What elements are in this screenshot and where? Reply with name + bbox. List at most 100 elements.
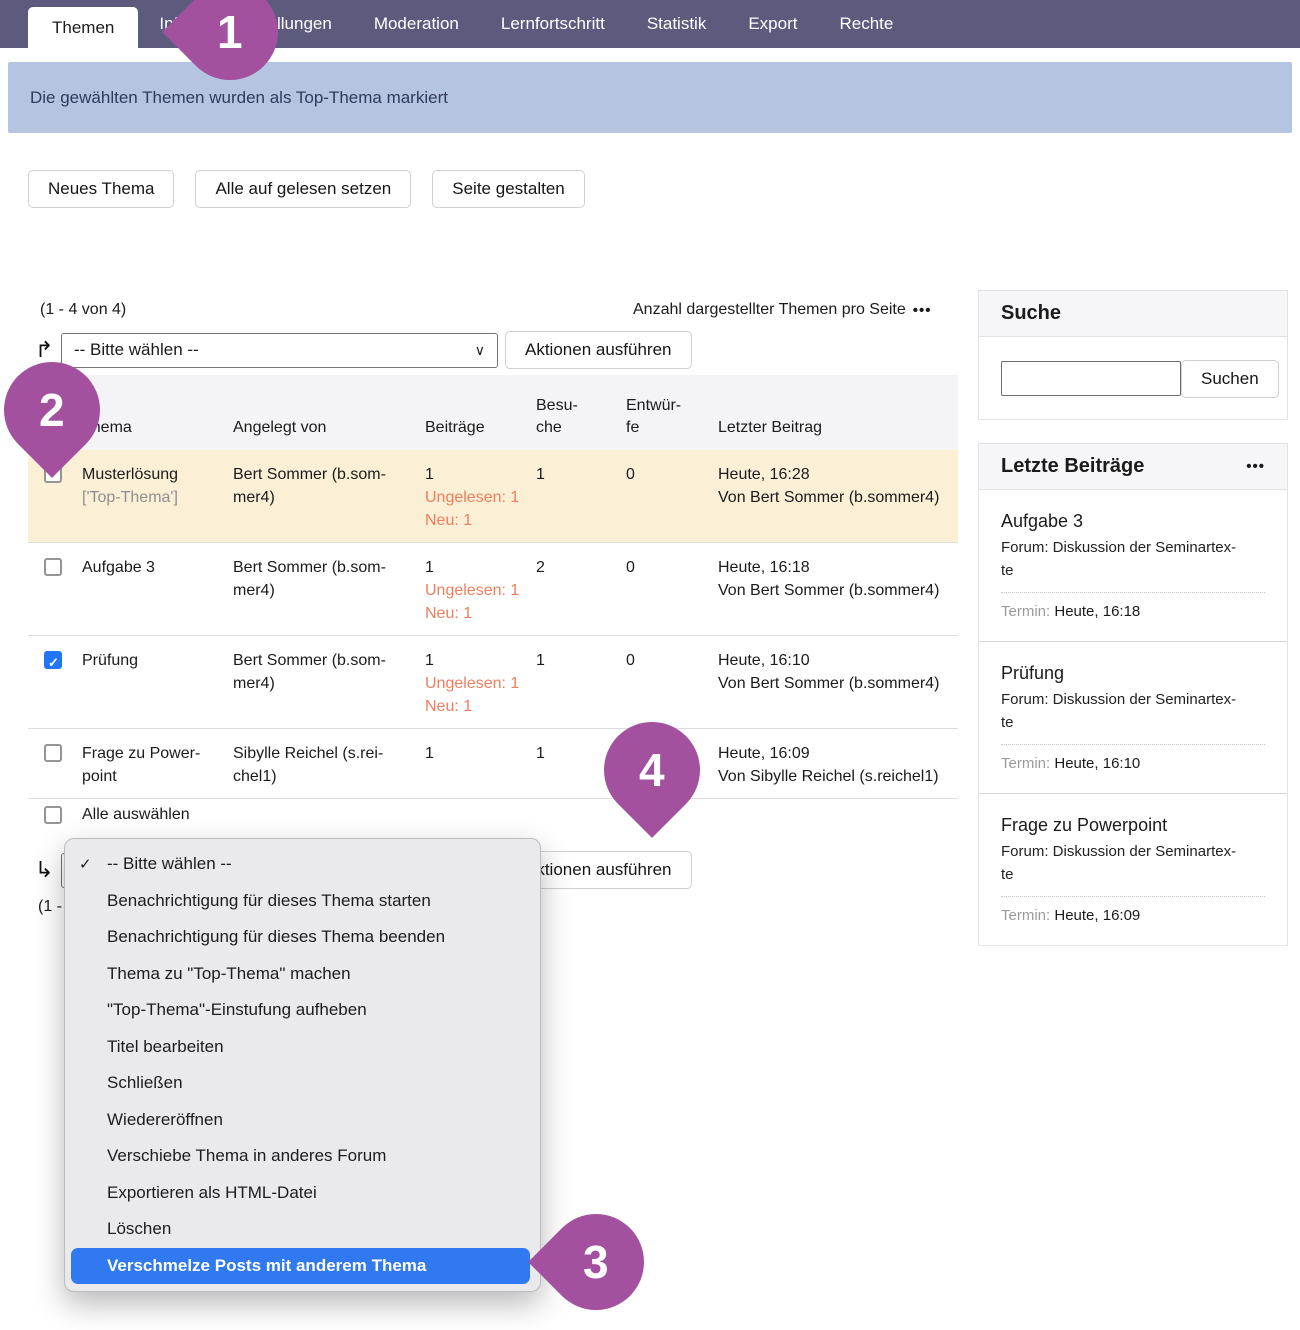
menu-item-label: Benachrichtigung für dieses Thema starte…: [107, 891, 431, 911]
topic-author-link[interactable]: Bert Sommer (b.som- mer4): [233, 463, 425, 509]
menu-item-schliessen[interactable]: Schließen: [65, 1065, 540, 1102]
dotted-divider: [1001, 896, 1265, 897]
latest-post-title-link[interactable]: Frage zu Powerpoint: [1001, 815, 1265, 836]
column-header-beitraege: Beiträge: [425, 417, 536, 439]
topic-author-link[interactable]: Bert Sommer (b.som- mer4): [233, 649, 425, 695]
tab-rechte[interactable]: Rechte: [818, 0, 914, 48]
latest-post-forum: Forum: Diskussion der Seminartex- te: [1001, 840, 1265, 886]
notification-text: Die gewählten Themen wurden als Top-Them…: [30, 88, 448, 108]
menu-item-wiedereroeffnen[interactable]: Wiedereröffnen: [65, 1102, 540, 1139]
term-time: Heute, 16:10: [1054, 755, 1140, 772]
latest-post-title-link[interactable]: Prüfung: [1001, 663, 1265, 684]
new-count: Neu: 1: [425, 509, 528, 532]
callout-number: 1: [217, 5, 243, 59]
posts-count: 1: [425, 649, 528, 672]
tab-themen[interactable]: Themen: [28, 7, 138, 48]
per-page-menu-icon[interactable]: •••: [913, 302, 932, 319]
topics-table: Thema Angelegt von Beiträge Besu- che En…: [28, 375, 958, 799]
unread-count: Ungelesen: 1: [425, 486, 528, 509]
dotted-divider: [1001, 592, 1265, 593]
tab-moderation[interactable]: Moderation: [353, 0, 480, 48]
term-time: Heute, 16:09: [1054, 907, 1140, 924]
menu-item-exportieren-html[interactable]: Exportieren als HTML-Datei: [65, 1175, 540, 1212]
menu-item-top-thema-aufheben[interactable]: "Top-Thema"-Einstufung aufheben: [65, 992, 540, 1029]
toolbar: Neues Thema Alle auf gelesen setzen Seit…: [28, 170, 585, 208]
list-item: Frage zu Powerpoint Forum: Diskussion de…: [979, 793, 1287, 945]
menu-item-label: "Top-Thema"-Einstufung aufheben: [107, 1000, 367, 1020]
menu-item-titel-bearbeiten[interactable]: Titel bearbeiten: [65, 1029, 540, 1066]
action-row-top: ↱ -- Bitte wählen -- ∨ Aktionen ausführe…: [35, 331, 692, 369]
topic-title-link[interactable]: Frage zu Power- point: [82, 742, 225, 788]
column-header-thema: Thema: [82, 417, 233, 439]
table-row: Aufgabe 3 Bert Sommer (b.som- mer4) 1 Un…: [28, 542, 958, 635]
latest-post-forum: Forum: Diskussion der Seminartex- te: [1001, 536, 1265, 582]
latest-post-title-link[interactable]: Aufgabe 3: [1001, 511, 1265, 532]
dotted-divider: [1001, 744, 1265, 745]
row-checkbox[interactable]: [44, 744, 62, 762]
search-panel-header: Suche: [979, 291, 1287, 337]
term-label: Termin:: [1001, 603, 1050, 620]
per-page-label: Anzahl dargestellter Themen pro Seite: [633, 301, 906, 319]
menu-item-verschmelze-posts[interactable]: Verschmelze Posts mit anderem Thema: [71, 1248, 530, 1285]
topic-title-link[interactable]: Musterlösung: [82, 463, 225, 486]
menu-item-bitte-waehlen[interactable]: ✓ -- Bitte wählen --: [65, 846, 540, 883]
search-panel-body: Suchen: [979, 337, 1287, 422]
menu-item-loeschen[interactable]: Löschen: [65, 1211, 540, 1248]
design-page-button[interactable]: Seite gestalten: [432, 170, 584, 208]
select-all-label: Alle auswählen: [82, 806, 190, 824]
chevron-down-icon: ∨: [475, 342, 485, 359]
topic-title-link[interactable]: Aufgabe 3: [82, 556, 225, 579]
drafts-count: 0: [626, 463, 718, 486]
result-range-top: (1 - 4 von 4): [40, 301, 126, 319]
row-checkbox[interactable]: [44, 651, 62, 669]
new-count: Neu: 1: [425, 602, 528, 625]
new-topic-button[interactable]: Neues Thema: [28, 170, 174, 208]
menu-item-label: Thema zu "Top-Thema" machen: [107, 964, 351, 984]
action-select-top-value: -- Bitte wählen --: [74, 340, 199, 360]
search-panel-title: Suche: [1001, 302, 1061, 325]
menu-item-benachrichtigung-starten[interactable]: Benachrichtigung für dieses Thema starte…: [65, 883, 540, 920]
notification-banner: Die gewählten Themen wurden als Top-Them…: [8, 62, 1292, 133]
execute-actions-button-top[interactable]: Aktionen ausführen: [505, 331, 692, 369]
check-icon: ✓: [79, 855, 107, 873]
posts-count: 1: [425, 742, 528, 765]
last-post-cell: Heute, 16:28 Von Bert Sommer (b.sommer4): [718, 463, 958, 509]
latest-posts-title: Letzte Beiträge: [1001, 455, 1144, 478]
tab-lernfortschritt[interactable]: Lernfortschritt: [480, 0, 626, 48]
panel-menu-icon[interactable]: •••: [1246, 458, 1265, 475]
tab-export[interactable]: Export: [727, 0, 818, 48]
search-input[interactable]: [1001, 361, 1181, 396]
topic-tag: ['Top-Thema']: [82, 486, 225, 509]
topic-author-link[interactable]: Bert Sommer (b.som- mer4): [233, 556, 425, 602]
topic-author-link[interactable]: Sibylle Reichel (s.rei- chel1): [233, 742, 425, 788]
search-panel: Suche Suchen: [978, 290, 1288, 420]
callout-number: 3: [583, 1235, 609, 1289]
menu-item-label: Löschen: [107, 1219, 171, 1239]
action-select-top[interactable]: -- Bitte wählen -- ∨: [61, 333, 498, 368]
table-header-row: Thema Angelegt von Beiträge Besu- che En…: [28, 375, 958, 450]
menu-item-benachrichtigung-beenden[interactable]: Benachrichtigung für dieses Thema beende…: [65, 919, 540, 956]
posts-count: 1: [425, 556, 528, 579]
latest-posts-header: Letzte Beiträge •••: [979, 444, 1287, 490]
apply-to-selection-icon: ↳: [35, 857, 61, 883]
menu-item-verschiebe-thema[interactable]: Verschiebe Thema in anderes Forum: [65, 1138, 540, 1175]
visits-count: 2: [536, 556, 626, 579]
column-header-entwuerfe: Entwür- fe: [626, 395, 718, 439]
action-dropdown-menu: ✓ -- Bitte wählen -- Benachrichtigung fü…: [64, 838, 541, 1292]
term-label: Termin:: [1001, 755, 1050, 772]
unread-count: Ungelesen: 1: [425, 579, 528, 602]
visits-count: 1: [536, 463, 626, 486]
menu-item-label: Benachrichtigung für dieses Thema beende…: [107, 927, 445, 947]
topic-title-link[interactable]: Prüfung: [82, 649, 225, 672]
table-row: Prüfung Bert Sommer (b.som- mer4) 1 Unge…: [28, 635, 958, 728]
row-checkbox[interactable]: [44, 558, 62, 576]
callout-number: 2: [39, 383, 65, 437]
mark-all-read-button[interactable]: Alle auf gelesen setzen: [195, 170, 411, 208]
table-row: Frage zu Power- point Sibylle Reichel (s…: [28, 728, 958, 798]
posts-count: 1: [425, 463, 528, 486]
select-all-checkbox[interactable]: [44, 806, 62, 824]
tab-statistik[interactable]: Statistik: [626, 0, 728, 48]
menu-item-label: Titel bearbeiten: [107, 1037, 224, 1057]
menu-item-top-thema-machen[interactable]: Thema zu "Top-Thema" machen: [65, 956, 540, 993]
search-button[interactable]: Suchen: [1181, 360, 1279, 398]
